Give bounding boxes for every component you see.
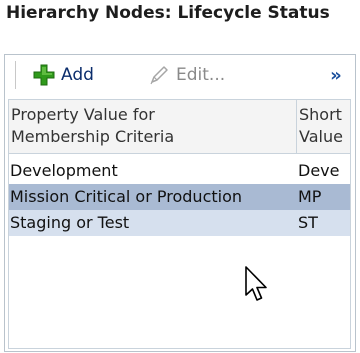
cell-short-value: Deve (298, 161, 340, 180)
table-body: Development Deve Mission Critical or Pro… (9, 158, 350, 236)
cell-property-value: Development (10, 161, 118, 180)
panel-frame: Add Edit... » Property Value for Members… (4, 54, 356, 352)
table-row-selected[interactable]: Mission Critical or Production MP (9, 184, 350, 210)
table-row[interactable]: Development Deve (9, 158, 350, 184)
toolbar: Add Edit... » (5, 55, 355, 95)
edit-button[interactable]: Edit... (148, 60, 225, 90)
table-header: Property Value for Membership Criteria S… (9, 100, 350, 154)
cell-property-value: Mission Critical or Production (10, 187, 243, 206)
cell-short-value: ST (298, 213, 318, 232)
cell-short-value: MP (298, 187, 322, 206)
column-header-line: Property Value for (11, 105, 155, 124)
column-header-short-value[interactable]: Short Value (297, 100, 350, 153)
column-header-line: Membership Criteria (11, 127, 175, 146)
column-header-property-value[interactable]: Property Value for Membership Criteria (9, 100, 297, 153)
overflow-button[interactable]: » (325, 60, 347, 90)
column-header-line: Value (299, 127, 343, 146)
property-value-table: Property Value for Membership Criteria S… (8, 99, 351, 349)
column-header-line: Short (299, 105, 342, 124)
edit-button-label: Edit... (176, 65, 226, 85)
add-button-label: Add (61, 65, 94, 85)
panel-title: Hierarchy Nodes: Lifecycle Status (6, 3, 330, 23)
add-button[interactable]: Add (33, 60, 94, 90)
overflow-chevron-icon: » (330, 64, 342, 86)
table-row-hover[interactable]: Staging or Test ST (9, 210, 350, 236)
cell-property-value: Staging or Test (10, 213, 130, 232)
plus-icon (33, 64, 55, 86)
pencil-icon (150, 66, 168, 85)
toolbar-grip (15, 61, 16, 89)
